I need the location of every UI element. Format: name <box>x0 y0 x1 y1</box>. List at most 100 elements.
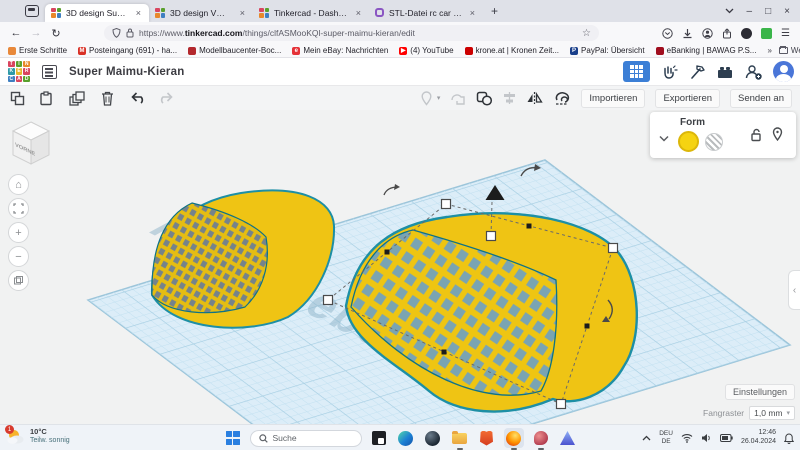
delete-icon[interactable] <box>101 91 114 106</box>
taskbar-search[interactable]: Suche <box>249 429 362 447</box>
app-icon-explorer[interactable] <box>450 428 470 450</box>
wifi-icon[interactable] <box>681 433 693 443</box>
export-button[interactable]: Exportieren <box>655 88 721 108</box>
share-icon[interactable] <box>722 27 732 39</box>
invite-person-icon[interactable] <box>744 63 763 81</box>
bookmark-item[interactable]: krone.at | Kronen Zeit... <box>464 46 559 55</box>
settings-button[interactable]: Einstellungen <box>724 384 795 400</box>
user-avatar[interactable] <box>773 61 794 82</box>
app-icon-dark-sphere[interactable] <box>423 428 443 448</box>
tray-expand-chevron-icon[interactable] <box>642 435 651 441</box>
tab-dashboard[interactable]: Tinkercad - Dashboard × <box>253 4 369 22</box>
tab-close-icon[interactable]: × <box>468 8 477 18</box>
app-icon-triangle-app[interactable] <box>558 428 578 448</box>
redo-icon[interactable] <box>158 92 174 104</box>
perspective-toggle-button[interactable] <box>8 270 29 291</box>
url-text[interactable]: https://www.tinkercad.com/things/clfASMo… <box>139 28 577 38</box>
extension-green-icon[interactable] <box>761 27 773 39</box>
app-icon-taskview[interactable] <box>369 428 389 448</box>
pin-dropdown-caret[interactable]: ▾ <box>437 94 441 102</box>
snap-grid-select[interactable]: 1,0 mm ▾ <box>749 406 795 420</box>
download-icon[interactable] <box>682 28 693 39</box>
paste-icon[interactable] <box>39 90 53 106</box>
reload-button[interactable]: ↻ <box>46 27 66 40</box>
brick-icon[interactable] <box>716 65 734 79</box>
design-menu-icon[interactable] <box>42 64 57 79</box>
color-swatch-yellow[interactable] <box>678 131 699 152</box>
bookmark-item[interactable]: e Mein eBay: Nachrichten <box>292 46 388 55</box>
app-icon-edge[interactable] <box>396 428 416 448</box>
forward-button[interactable]: → <box>26 27 46 39</box>
fit-view-button[interactable] <box>8 198 29 219</box>
bookmark-item[interactable]: eBanking | BAWAG P.S... <box>655 46 756 55</box>
visibility-pin-icon[interactable] <box>772 127 783 146</box>
design-canvas[interactable]: Arbeitsebene <box>0 110 800 424</box>
window-close-button[interactable]: × <box>784 6 790 17</box>
view-cube[interactable]: VORNE <box>8 120 54 168</box>
more-bookmarks-folder[interactable]: Weitere Lesezeichen <box>778 46 800 55</box>
pocket-icon[interactable] <box>662 27 673 39</box>
tab-close-icon[interactable]: × <box>238 8 247 18</box>
menu-hamburger-icon[interactable]: ☰ <box>781 28 790 39</box>
app-icon-firefox[interactable] <box>503 428 524 450</box>
copy-icon[interactable] <box>10 91 25 106</box>
language-indicator[interactable]: DEU DE <box>659 430 673 446</box>
zoom-in-button[interactable]: + <box>8 222 29 243</box>
tab-vw-gitter[interactable]: 3D design VW Gitter - Tinkerca... × <box>149 4 253 22</box>
bookmark-item[interactable]: Erste Schritte <box>8 46 67 55</box>
bookmark-item[interactable]: Modellbaucenter-Boc... <box>188 46 281 55</box>
tab-title: STL-Datei rc car Headlight gril... <box>389 7 463 18</box>
speaker-icon[interactable] <box>701 433 712 443</box>
notifications-bell-icon[interactable] <box>784 432 794 444</box>
firefox-view-icon[interactable] <box>25 5 39 17</box>
bookmark-item[interactable]: ▶ (4) YouTube <box>399 46 454 55</box>
lock-toggle-icon[interactable] <box>750 128 762 147</box>
workplane-pin-icon[interactable] <box>420 90 433 106</box>
shield-icon[interactable] <box>112 28 121 38</box>
clock[interactable]: 12:46 26.04.2024 <box>741 429 776 447</box>
view-controls: ⌂ + − <box>8 174 29 291</box>
undo-icon[interactable] <box>130 92 146 104</box>
collapse-panel-chevron-icon[interactable] <box>659 129 669 147</box>
mirror-icon[interactable] <box>526 91 544 105</box>
tinkercad-logo[interactable]: TIN KER CAD <box>8 60 30 83</box>
tab-close-icon[interactable]: × <box>354 8 363 18</box>
new-tab-button[interactable]: + <box>491 4 498 18</box>
send-to-button[interactable]: Senden an <box>730 88 792 108</box>
window-maximize-button[interactable]: □ <box>765 6 771 17</box>
bookmark-favicon <box>655 46 664 55</box>
transparent-swatch[interactable] <box>705 133 723 151</box>
tab-stl[interactable]: STL-Datei rc car Headlight gril... × <box>369 4 483 22</box>
duplicate-icon[interactable] <box>69 90 85 106</box>
app-icon-brave[interactable] <box>477 428 497 448</box>
back-button[interactable]: ← <box>6 27 26 39</box>
window-minimize-button[interactable]: – <box>747 6 753 17</box>
home-view-button[interactable]: ⌂ <box>8 174 29 195</box>
hammer-icon[interactable] <box>688 63 706 81</box>
tab-close-icon[interactable]: × <box>134 8 143 18</box>
shapes-grid-button[interactable] <box>623 61 650 82</box>
zoom-out-button[interactable]: − <box>8 246 29 267</box>
ungroup-icon[interactable] <box>450 91 466 105</box>
url-bar[interactable]: https://www.tinkercad.com/things/clfASMo… <box>104 25 599 41</box>
align-icon[interactable] <box>503 91 516 105</box>
bookmark-star-icon[interactable]: ☆ <box>582 28 591 39</box>
bookmark-item[interactable]: M Posteingang (691) - ha... <box>78 46 177 55</box>
bookmark-item[interactable]: P PayPal: Übersicht <box>570 46 645 55</box>
simlab-hand-icon[interactable] <box>660 63 678 81</box>
start-button[interactable] <box>223 428 243 448</box>
ruler-swirl-icon[interactable] <box>553 91 571 106</box>
tab-active[interactable]: 3D design Super Maimu-Kieran × <box>45 3 149 22</box>
app-icon-pink-app[interactable] <box>531 428 551 450</box>
account-icon[interactable] <box>702 27 713 39</box>
editor-toolbar: ▾ Importieren Exportieren Senden an <box>0 86 800 110</box>
design-title[interactable]: Super Maimu-Kieran <box>69 66 184 78</box>
group-icon[interactable] <box>476 91 493 106</box>
tab-list-chevron-icon[interactable] <box>725 8 734 14</box>
import-button[interactable]: Importieren <box>581 88 646 108</box>
extension-dark-icon[interactable] <box>741 27 753 39</box>
battery-icon[interactable] <box>719 434 733 442</box>
bookmarks-overflow-icon[interactable]: » <box>767 46 771 55</box>
panel-collapse-tab[interactable]: ‹ <box>788 270 800 310</box>
height-handle <box>485 230 497 242</box>
